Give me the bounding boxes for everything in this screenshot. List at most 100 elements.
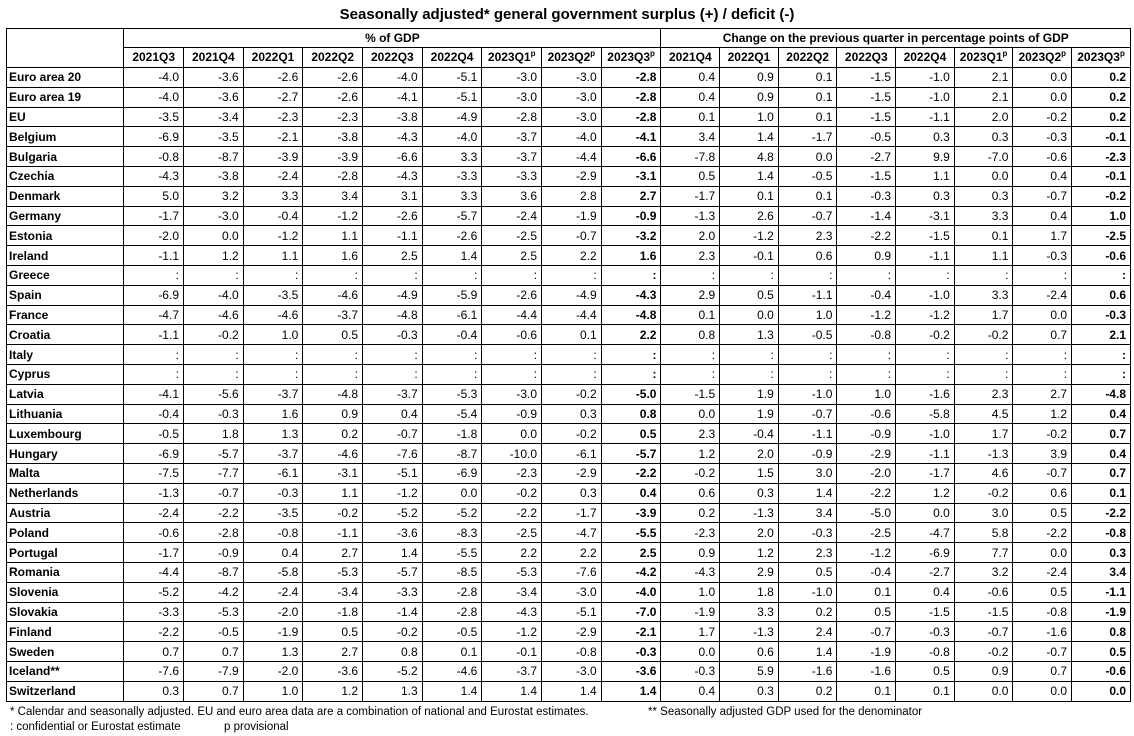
footnote-double-star: ** Seasonally adjusted GDP used for the … (648, 706, 923, 718)
change-cell: 0.1 (777, 67, 838, 88)
pct-cell: -2.2 (481, 502, 543, 524)
row-label: Czechia (5, 165, 125, 187)
pct-cell: -3.1 (600, 165, 662, 187)
change-cell: : (660, 363, 721, 385)
change-cell: -0.6 (953, 581, 1014, 603)
change-cell: 0.0 (777, 146, 838, 167)
pct-cell: -8.7 (183, 146, 244, 167)
pct-cell: -1.8 (302, 601, 364, 623)
pct-cell: 2.5 (481, 245, 543, 266)
change-cell: -1.1 (777, 284, 838, 306)
change-cell: 0.6 (1071, 284, 1131, 306)
pct-cell: -2.4 (481, 205, 543, 227)
pct-cell: -2.7 (242, 86, 304, 108)
pct-cell: : (183, 344, 244, 365)
provisional-marker: p (1002, 49, 1008, 58)
change-cell: : (1071, 363, 1131, 385)
change-cell: : (836, 363, 897, 385)
change-cell: -0.5 (777, 165, 838, 187)
change-cell: 1.1 (895, 165, 955, 187)
pct-cell: -4.0 (183, 284, 244, 306)
change-cell: -1.1 (777, 423, 838, 445)
row-label: Finland (5, 621, 125, 643)
pct-cell: 1.0 (242, 324, 304, 346)
pct-cell: 0.5 (302, 324, 364, 346)
change-cell: 1.1 (953, 245, 1014, 266)
column-header: 2022Q1 (719, 47, 779, 68)
pct-cell: -8.3 (421, 522, 483, 544)
table-row: Lithuania -0.4 -0.3 1.6 0.9 0.4 -5.4 -0.9 0.3 0.8… (5, 403, 1131, 425)
change-cell: 2.3 (777, 542, 838, 563)
change-cell: -0.6 (1071, 660, 1131, 682)
change-cell: 3.2 (953, 561, 1014, 583)
pct-cell: : (242, 363, 304, 385)
table-row: Poland -0.6 -2.8 -0.8 -1.1 -3.6 -8.3 -2.5 -4.7 -5… (5, 522, 1131, 544)
change-cell: 0.1 (836, 581, 897, 603)
change-cell: -1.2 (836, 542, 897, 563)
change-cell: -0.3 (836, 185, 897, 207)
change-cell: 0.9 (660, 542, 721, 563)
pct-cell: -4.3 (362, 165, 423, 187)
pct-cell: -0.4 (421, 324, 483, 346)
pct-cell: : (242, 344, 304, 365)
pct-cell: -2.8 (421, 601, 483, 623)
pct-cell: -4.4 (123, 561, 184, 583)
pct-cell: -0.3 (242, 482, 304, 504)
provisional-marker: p (1119, 49, 1125, 58)
pct-cell: -3.3 (481, 165, 543, 187)
change-cell: -1.7 (777, 126, 838, 148)
change-cell: -2.2 (1012, 522, 1073, 544)
change-cell: -0.8 (1071, 522, 1131, 544)
change-cell: : (895, 363, 955, 385)
column-header: 2023Q1p (953, 47, 1014, 68)
change-cell: 4.6 (953, 462, 1014, 484)
table-row: Cyprus::::::::::::::::: (5, 363, 1131, 385)
change-cell: 3.9 (1012, 443, 1073, 464)
column-header-label: 2021Q4 (191, 50, 235, 64)
change-cell: 1.7 (1012, 225, 1073, 247)
pct-cell: -2.2 (123, 621, 184, 643)
pct-cell: : (481, 344, 543, 365)
pct-cell: -3.0 (481, 67, 543, 88)
deficit-table: % of GDP Change on the previous quarter … (5, 28, 1131, 702)
pct-cell: -4.4 (541, 304, 602, 326)
change-cell: -0.9 (777, 443, 838, 464)
change-cell: -1.1 (895, 245, 955, 266)
change-cell: 0.9 (719, 86, 779, 108)
pct-cell: 0.7 (183, 680, 244, 702)
change-cell: -2.5 (836, 522, 897, 544)
pct-cell: -2.1 (242, 126, 304, 148)
change-cell: 0.1 (895, 680, 955, 702)
row-label: Poland (5, 522, 125, 544)
change-cell: : (1012, 363, 1073, 385)
pct-cell: 0.4 (600, 482, 662, 504)
change-cell: 0.5 (895, 660, 955, 682)
pct-cell: -0.2 (481, 482, 543, 504)
change-cell: 1.0 (836, 383, 897, 405)
table-row: Belgium -6.9 -3.5 -2.1 -3.8 -4.3 -4.0 -3.7 -4.0-… (5, 126, 1131, 148)
pct-cell: -1.9 (541, 205, 602, 227)
change-cell: 0.3 (719, 482, 779, 504)
change-cell: 5.8 (953, 522, 1014, 544)
change-cell: -2.4 (1012, 561, 1073, 583)
pct-cell: -2.0 (242, 660, 304, 682)
change-cell: : (895, 264, 955, 286)
row-label: Lithuania (5, 403, 125, 425)
pct-cell: 0.4 (242, 542, 304, 563)
pct-cell: -4.8 (362, 304, 423, 326)
pct-cell: -8.7 (421, 443, 483, 464)
pct-cell: -2.8 (600, 86, 662, 108)
table-row: Iceland** -7.6 -7.9 -2.0 -3.6 -5.2 -4.6 -3.7 -3.… (5, 660, 1131, 682)
pct-cell: -1.7 (123, 542, 184, 563)
pct-cell: -2.8 (421, 581, 483, 603)
row-label: EU (5, 106, 125, 128)
pct-cell: 0.7 (123, 641, 184, 662)
column-header-label: 2023Q2 (547, 50, 591, 64)
column-header-label: 2021Q4 (668, 50, 712, 64)
pct-cell: : (600, 264, 662, 286)
change-cell: : (777, 264, 838, 286)
pct-cell: -5.7 (600, 443, 662, 464)
column-header: 2022Q4 (895, 47, 955, 68)
row-label: Netherlands (5, 482, 125, 504)
change-cell: : (660, 264, 721, 286)
